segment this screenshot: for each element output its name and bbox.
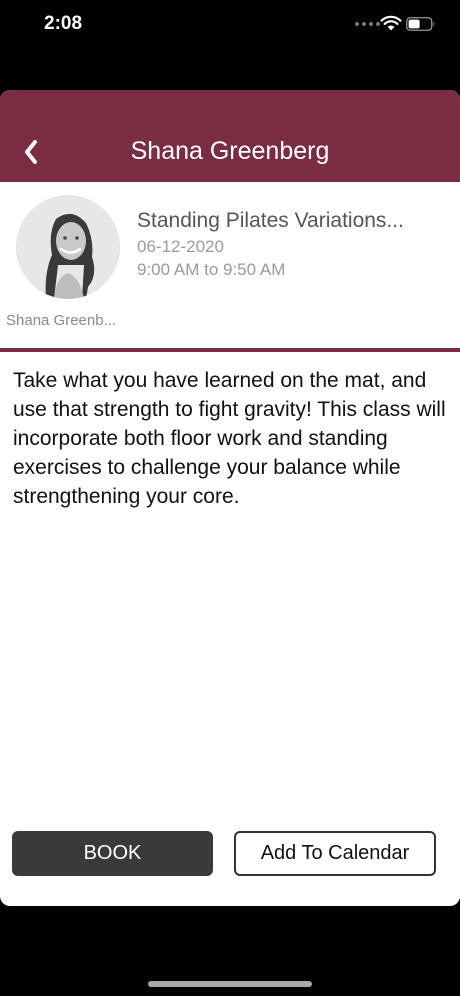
class-info: Shana Greenb... Standing Pilates Variati…: [0, 182, 460, 348]
section-divider: [0, 348, 460, 352]
class-date: 06-12-2020: [137, 237, 224, 256]
status-time: 2:08: [44, 13, 83, 34]
cellular-signal-icon: [355, 22, 380, 26]
class-title: Standing Pilates Variations...: [137, 209, 404, 232]
class-time: 9:00 AM to 9:50 AM: [137, 260, 286, 279]
home-indicator[interactable]: [148, 981, 312, 987]
page-title: Shana Greenberg: [130, 137, 330, 165]
instructor-avatar: [16, 195, 120, 299]
class-description: Take what you have learned on the mat, a…: [13, 369, 446, 508]
battery-icon: [406, 17, 435, 31]
instructor-name: Shana Greenb...: [6, 312, 117, 329]
instructor-photo: [16, 195, 120, 299]
add-to-calendar-button[interactable]: Add To Calendar: [234, 831, 436, 876]
status-bar: 2:08: [0, 0, 460, 50]
book-button[interactable]: BOOK: [12, 831, 213, 876]
wifi-icon: [380, 15, 402, 31]
class-detail-sheet: Shana Greenberg Shana Greenb... Standing…: [0, 90, 460, 906]
nav-bar: Shana Greenberg: [0, 90, 460, 182]
